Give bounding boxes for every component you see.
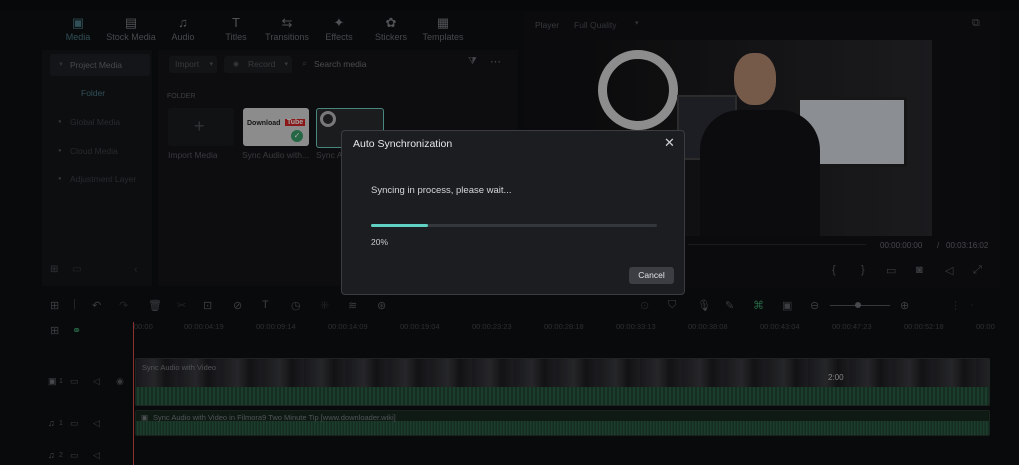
progress-percent: 20% bbox=[371, 237, 389, 247]
dialog-message: Syncing in process, please wait... bbox=[371, 185, 512, 196]
app-window: ▣ Media ▤ Stock Media ♫ Audio T Titles ⇆ Tran… bbox=[0, 0, 1019, 465]
cancel-button[interactable]: Cancel bbox=[629, 267, 674, 284]
progress-fill bbox=[371, 224, 429, 227]
progress-bar bbox=[371, 224, 657, 227]
dialog-title: Auto Synchronization bbox=[353, 138, 453, 150]
close-icon[interactable]: ✕ bbox=[664, 135, 675, 151]
auto-sync-dialog: Auto Synchronization ✕ Syncing in proces… bbox=[341, 130, 685, 295]
